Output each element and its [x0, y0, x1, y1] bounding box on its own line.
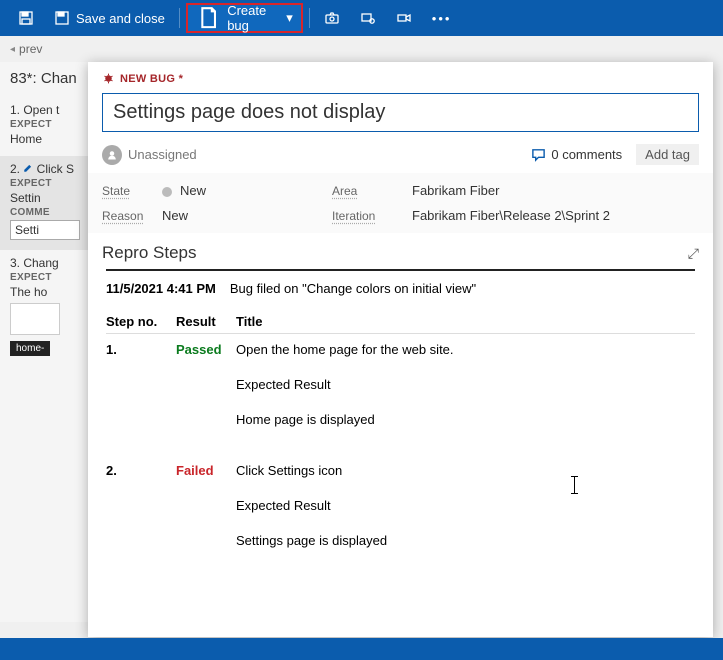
capture-icon — [360, 10, 376, 26]
repro-heading: Repro Steps — [102, 243, 197, 263]
screenshot-button[interactable] — [314, 0, 350, 36]
record-button[interactable] — [386, 0, 422, 36]
save-close-icon — [54, 10, 70, 26]
breadcrumb-prev[interactable]: prev — [19, 42, 42, 56]
save-icon — [18, 10, 34, 26]
status-bar — [0, 638, 723, 660]
document-icon — [196, 5, 221, 30]
step-item[interactable]: 1. Open t EXPECTHome — [10, 97, 80, 156]
col-result: Result — [176, 310, 236, 334]
breadcrumb: ◂ prev — [0, 36, 723, 62]
repro-context: 11/5/2021 4:41 PMBug filed on "Change co… — [106, 281, 695, 296]
comment-icon — [531, 147, 546, 162]
comments-link[interactable]: 0 comments — [531, 147, 622, 162]
add-tag-button[interactable]: Add tag — [636, 144, 699, 165]
reason-value[interactable]: New — [162, 208, 332, 223]
state-label: State — [102, 184, 162, 198]
save-and-close-button[interactable]: Save and close — [44, 0, 175, 36]
chevron-down-icon: ▾ — [286, 10, 293, 26]
bug-panel: NEW BUG * Unassigned 0 comments Add tag … — [88, 62, 713, 637]
table-row: 2. Failed Click Settings iconExpected Re… — [106, 455, 695, 576]
toolbar: Save and close Create bug ▾ ••• — [0, 0, 723, 36]
new-bug-label: NEW BUG * — [102, 72, 699, 85]
assignee-field[interactable]: Unassigned — [102, 145, 197, 165]
iteration-label: Iteration — [332, 209, 412, 223]
step-item[interactable]: 3. Chang EXPECTThe hohome- — [10, 250, 80, 364]
save-close-label: Save and close — [76, 11, 165, 26]
repro-body: 11/5/2021 4:41 PMBug filed on "Change co… — [88, 269, 713, 599]
chevron-left-icon: ◂ — [10, 44, 15, 55]
ellipsis-icon: ••• — [432, 11, 452, 26]
more-button[interactable]: ••• — [422, 0, 462, 36]
create-bug-label: Create bug — [227, 3, 266, 33]
reason-label: Reason — [102, 209, 162, 223]
repro-steps-table: Step no. Result Title 1. Passed Open the… — [106, 310, 695, 576]
camera-icon — [324, 10, 340, 26]
user-icon — [102, 145, 122, 165]
video-icon — [396, 10, 412, 26]
step-item[interactable]: 2. Click S EXPECTSettinCOMMESetti — [0, 156, 90, 250]
steps-panel: 83*: Chan 1. Open t EXPECTHome2. Click S… — [0, 62, 90, 622]
bug-icon — [102, 72, 115, 85]
capture-button[interactable] — [350, 0, 386, 36]
table-row: 1. Passed Open the home page for the web… — [106, 334, 695, 456]
iteration-value[interactable]: Fabrikam Fiber\Release 2\Sprint 2 — [412, 208, 699, 223]
test-case-title: 83*: Chan — [10, 70, 80, 87]
save-icon-button[interactable] — [8, 0, 44, 36]
create-bug-button[interactable]: Create bug ▾ — [186, 3, 303, 33]
bug-fields: State New Area Fabrikam Fiber Reason New… — [88, 173, 713, 233]
state-value[interactable]: New — [162, 183, 332, 198]
col-step: Step no. — [106, 310, 176, 334]
expand-icon[interactable]: ⤢ — [688, 245, 699, 262]
area-label: Area — [332, 184, 412, 198]
col-title: Title — [236, 310, 695, 334]
bug-title-input[interactable] — [102, 93, 699, 132]
area-value[interactable]: Fabrikam Fiber — [412, 183, 699, 198]
